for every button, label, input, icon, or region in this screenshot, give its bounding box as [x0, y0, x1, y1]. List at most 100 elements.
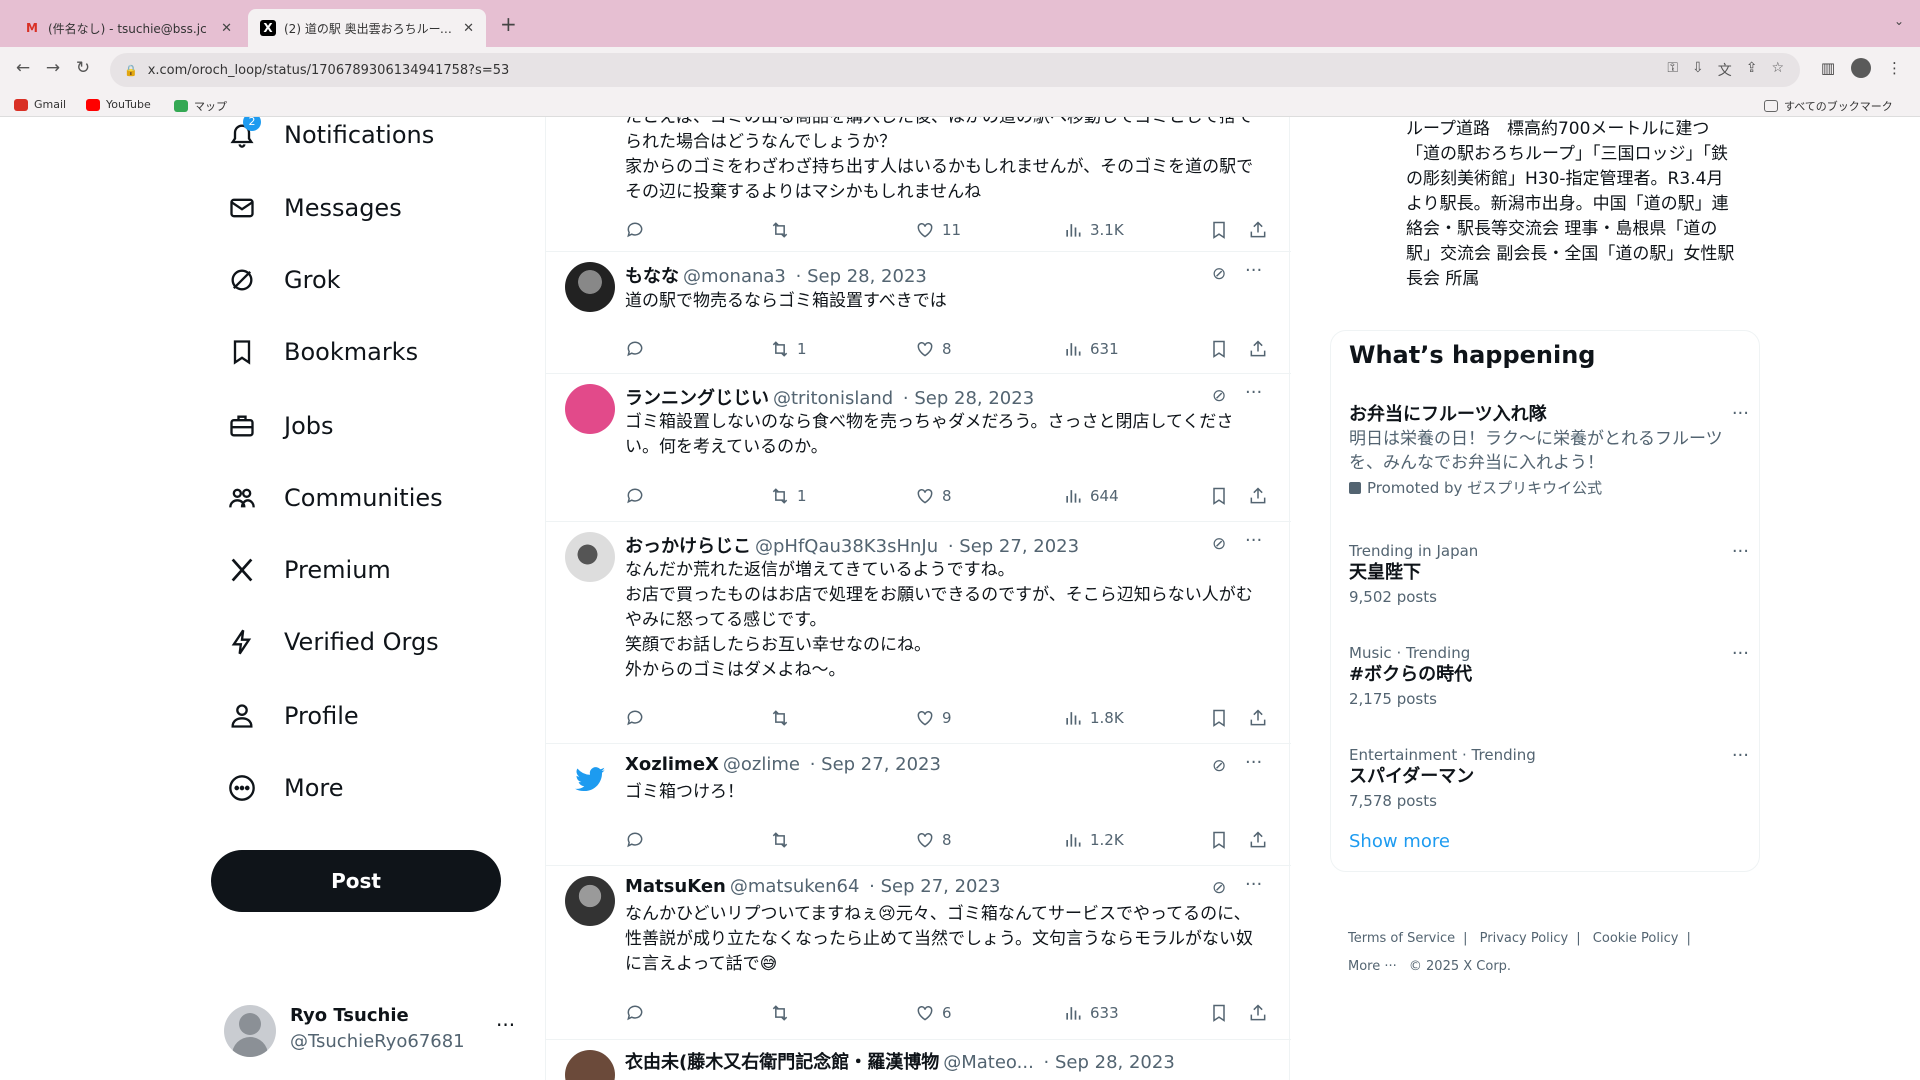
close-tab-icon[interactable]: ✕ — [463, 21, 474, 36]
author-handle[interactable]: @monana3 — [683, 266, 786, 287]
author-handle[interactable]: @tritonisland — [773, 388, 893, 409]
author-name[interactable]: おっかけらじこ — [625, 536, 751, 557]
tweet-date[interactable]: Sep 27, 2023 — [959, 536, 1079, 557]
author-name[interactable]: XozlimeX — [625, 754, 719, 775]
avatar[interactable] — [565, 1050, 615, 1080]
avatar[interactable] — [565, 876, 615, 926]
side-panel-icon[interactable]: ▥ — [1821, 59, 1835, 77]
account-switcher[interactable]: Ryo Tsuchie @TsuchieRyo67681 ··· — [224, 997, 524, 1067]
bookmark-youtube[interactable]: YouTube — [86, 98, 151, 111]
repost-button[interactable] — [770, 1003, 797, 1023]
key-icon[interactable]: ⚿ — [1667, 60, 1678, 80]
trend-item[interactable]: Music · Trending #ボクらの時代 2,175 posts ··· — [1349, 643, 1749, 711]
reload-icon[interactable]: ↻ — [72, 58, 94, 78]
tweet[interactable]: もなな @monana3 · Sep 28, 2023 ⊘ ··· 道の駅で物売る… — [546, 252, 1291, 374]
reply-button[interactable] — [625, 220, 652, 240]
address-bar[interactable]: 🔒 x.com/oroch_loop/status/17067893061349… — [110, 53, 1800, 87]
nav-more[interactable]: More — [222, 763, 344, 813]
show-more-link[interactable]: Show more — [1349, 831, 1450, 852]
share-button[interactable] — [1248, 708, 1268, 728]
cookie-link[interactable]: Cookie Policy — [1593, 931, 1679, 946]
avatar[interactable] — [565, 532, 615, 582]
nav-messages[interactable]: Messages — [222, 183, 402, 233]
more-icon[interactable]: ··· — [1245, 874, 1262, 895]
privacy-link[interactable]: Privacy Policy — [1480, 931, 1569, 946]
nav-verified-orgs[interactable]: Verified Orgs — [222, 617, 439, 667]
nav-premium[interactable]: Premium — [222, 545, 391, 595]
tweet[interactable]: MatsuKen @matsuken64 · Sep 27, 2023 ⊘ ···… — [546, 866, 1291, 1040]
terms-link[interactable]: Terms of Service — [1348, 931, 1455, 946]
footer-more-link[interactable]: More ··· — [1348, 959, 1397, 974]
share-button[interactable] — [1248, 486, 1268, 506]
like-button[interactable]: 9 — [915, 708, 952, 728]
nav-bookmarks[interactable]: Bookmarks — [222, 327, 418, 377]
views-button[interactable]: 644 — [1063, 486, 1119, 506]
grok-icon[interactable]: ⊘ — [1212, 386, 1226, 406]
translate-icon[interactable]: 文 — [1718, 60, 1732, 80]
reply-button[interactable] — [625, 1003, 652, 1023]
grok-icon[interactable]: ⊘ — [1212, 756, 1226, 776]
star-icon[interactable]: ☆ — [1771, 60, 1784, 80]
author-name[interactable]: 衣由未(藤木又右衛門記念館・羅漢博物 — [625, 1052, 939, 1073]
profile-avatar[interactable] — [1851, 58, 1871, 78]
tweet[interactable]: おっかけらじこ @pHfQau38K3sHnJu · Sep 27, 2023 ⊘… — [546, 522, 1291, 744]
bookmark-button[interactable] — [1209, 1003, 1229, 1023]
avatar[interactable] — [565, 262, 615, 312]
views-button[interactable]: 633 — [1063, 1003, 1119, 1023]
more-icon[interactable]: ··· — [1732, 541, 1749, 562]
repost-button[interactable]: 1 — [770, 486, 807, 506]
author-handle[interactable]: @Mateo... — [943, 1052, 1034, 1073]
repost-button[interactable] — [770, 830, 797, 850]
tab-gmail[interactable]: M (件名なし) - tsuchie@bss.jc ✕ — [12, 9, 244, 47]
bookmark-button[interactable] — [1209, 486, 1229, 506]
author-name[interactable]: MatsuKen — [625, 876, 726, 897]
tweet-date[interactable]: Sep 28, 2023 — [807, 266, 927, 287]
reply-button[interactable] — [625, 708, 652, 728]
repost-button[interactable] — [770, 220, 797, 240]
account-more-icon[interactable]: ··· — [496, 1013, 515, 1037]
like-button[interactable]: 8 — [915, 830, 952, 850]
tweet-date[interactable]: Sep 28, 2023 — [1055, 1052, 1175, 1073]
trend-item-promoted[interactable]: お弁当にフルーツ入れ隊 明日は栄養の日！ラク〜に栄養がとれるフルーツを、みんなで… — [1349, 403, 1749, 498]
tweet-date[interactable]: Sep 28, 2023 — [914, 388, 1034, 409]
more-icon[interactable]: ··· — [1245, 260, 1262, 281]
tab-search-chevron-icon[interactable]: ⌄ — [1894, 14, 1904, 28]
reply-button[interactable] — [625, 339, 652, 359]
views-button[interactable]: 631 — [1063, 339, 1119, 359]
nav-profile[interactable]: Profile — [222, 691, 359, 741]
more-icon[interactable]: ··· — [1245, 752, 1262, 773]
grok-icon[interactable]: ⊘ — [1212, 264, 1226, 284]
like-button[interactable]: 6 — [915, 1003, 952, 1023]
bookmark-button[interactable] — [1209, 830, 1229, 850]
author-handle[interactable]: @pHfQau38K3sHnJu — [755, 536, 938, 557]
share-button[interactable] — [1248, 1003, 1268, 1023]
like-button[interactable]: 8 — [915, 339, 952, 359]
nav-grok[interactable]: Grok — [222, 255, 341, 305]
reply-button[interactable] — [625, 486, 652, 506]
grok-icon[interactable]: ⊘ — [1212, 878, 1226, 898]
more-icon[interactable]: ··· — [1732, 643, 1749, 664]
grok-icon[interactable]: ⊘ — [1212, 534, 1226, 554]
more-icon[interactable]: ··· — [1732, 745, 1749, 766]
views-button[interactable]: 1.2K — [1063, 830, 1124, 850]
views-button[interactable]: 1.8K — [1063, 708, 1124, 728]
avatar[interactable] — [565, 754, 615, 804]
bookmark-button[interactable] — [1209, 220, 1229, 240]
repost-button[interactable]: 1 — [770, 339, 807, 359]
forward-icon[interactable]: → — [42, 58, 64, 78]
share-button[interactable] — [1248, 339, 1268, 359]
share-button[interactable] — [1248, 220, 1268, 240]
tab-x-post[interactable]: X (2) 道の駅 奥出雲おろちループ... ✕ — [248, 9, 486, 47]
bookmark-button[interactable] — [1209, 339, 1229, 359]
new-tab-button[interactable]: + — [500, 12, 517, 36]
more-icon[interactable]: ··· — [1245, 382, 1262, 403]
bookmark-button[interactable] — [1209, 708, 1229, 728]
bookmark-gmail[interactable]: Gmail — [14, 98, 66, 111]
views-button[interactable]: 3.1K — [1063, 220, 1124, 240]
nav-communities[interactable]: Communities — [222, 473, 443, 523]
tweet-date[interactable]: Sep 27, 2023 — [821, 754, 941, 775]
like-button[interactable]: 11 — [915, 220, 961, 240]
trend-item[interactable]: Entertainment · Trending スパイダーマン 7,578 p… — [1349, 745, 1749, 813]
more-icon[interactable]: ··· — [1245, 530, 1262, 551]
tweet[interactable]: XozlimeX @ozlime · Sep 27, 2023 ⊘ ··· ゴミ箱… — [546, 744, 1291, 866]
